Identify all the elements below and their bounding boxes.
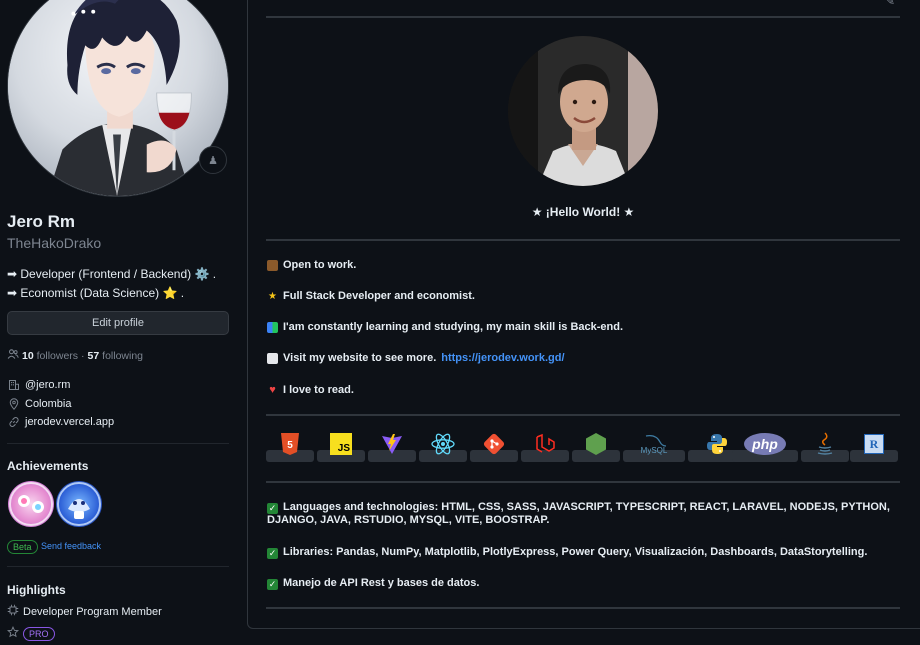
follow-separator: · (81, 349, 85, 362)
followers-label: followers (36, 349, 79, 362)
page-icon (267, 352, 278, 364)
readme-line-open-to-work: Open to work. (267, 259, 356, 271)
pull-shark-badge[interactable] (56, 481, 102, 527)
readme-para-text: Manejo de API Rest y bases de datos. (283, 577, 480, 589)
readme-divider (266, 607, 900, 609)
location-text: Colombia (25, 397, 72, 410)
star-emoji-icon: ★ (268, 290, 277, 302)
profile-login: TheHakoDrako (7, 235, 102, 251)
readme-api-paragraph: ✓ Manejo de API Rest y bases de datos. (267, 577, 897, 590)
readme-divider (266, 481, 900, 483)
followers-link[interactable]: 10 followers (22, 350, 78, 362)
company-text: @jero.rm (25, 378, 71, 391)
pull-shark-badge-art (57, 482, 101, 526)
following-link[interactable]: 57 following (88, 350, 143, 362)
company-item: @jero.rm (7, 378, 70, 391)
photo-illustration (508, 36, 658, 186)
website-link[interactable]: jerodev.vercel.app (25, 416, 114, 428)
git-icon (470, 430, 518, 462)
location-pin-icon (7, 397, 20, 410)
readme-divider (266, 16, 900, 18)
yolo-badge[interactable] (8, 481, 54, 527)
sidebar-divider (7, 443, 229, 444)
r-label: R (864, 434, 884, 454)
set-status-button[interactable]: ♟ (199, 146, 227, 174)
people-icon (7, 348, 19, 363)
books-icon (267, 321, 278, 333)
website-item: jerodev.vercel.app (7, 415, 114, 428)
readme-line-website: Visit my website to see more. https://je… (267, 352, 565, 364)
check-icon: ✓ (267, 503, 278, 514)
readme-languages-paragraph: ✓ Languages and technologies: HTML, CSS, … (267, 501, 897, 527)
send-feedback-link[interactable]: Send feedback (41, 541, 101, 551)
following-count: 57 (87, 349, 100, 362)
readme-divider (266, 239, 900, 241)
sidebar-divider (7, 566, 229, 567)
website-readme-link[interactable]: https://jerodev.work.gd/ (441, 352, 564, 364)
mysql-icon: MySQL (623, 430, 685, 462)
readme-line-text: I love to read. (283, 384, 354, 396)
readme-line-text: I'am constantly learning and studying, m… (283, 321, 624, 333)
check-icon: ✓ (267, 548, 278, 559)
edit-profile-button[interactable]: Edit profile (7, 311, 229, 335)
readme-line-read: ♥ I love to read. (267, 384, 354, 396)
yolo-badge-art (9, 482, 53, 526)
followers-count: 10 (22, 349, 34, 362)
readme-line-text: Full Stack Developer and economist. (283, 290, 475, 302)
java-icon (801, 430, 849, 462)
highlight-developer-program: Developer Program Member (7, 604, 162, 619)
readme-line-fullstack: ★ Full Stack Developer and economist. (267, 290, 475, 302)
achievements-title: Achievements (7, 459, 89, 473)
readme-divider (266, 414, 900, 416)
javascript-icon: JS (317, 430, 365, 462)
briefcase-icon (267, 259, 278, 271)
edit-readme-icon[interactable]: ✎ (885, 0, 895, 8)
r-icon: R (850, 430, 898, 462)
html5-label: 5 (287, 440, 293, 451)
profile-sidebar: ♟ Jero Rm TheHakoDrako ➡ Developer (Fron… (0, 0, 240, 645)
readme-para-text: Libraries: Pandas, NumPy, Matplotlib, Pl… (283, 546, 868, 558)
following-label: following (102, 349, 144, 362)
heart-icon: ♥ (269, 384, 276, 396)
javascript-label: JS (330, 433, 352, 455)
avatar-illustration (8, 0, 228, 196)
follow-stats: 10 followers · 57 following (7, 348, 143, 363)
vite-icon (368, 430, 416, 462)
readme-line-text: Open to work. (283, 259, 357, 271)
mysql-label: MySQL (641, 446, 668, 455)
highlights-title: Highlights (7, 583, 66, 597)
html5-icon: 5 (266, 430, 314, 462)
readme-para-text: Languages and technologies: HTML, CSS, S… (267, 501, 890, 526)
cpu-icon (7, 604, 19, 619)
tech-icons-row: 5 JS MySQL php R (266, 430, 900, 462)
bio-line: ➡ Developer (Frontend / Backend) ⚙️ . (7, 267, 217, 281)
building-icon (7, 378, 20, 391)
react-icon (419, 430, 467, 462)
profile-name: Jero Rm (7, 212, 76, 231)
profile-avatar[interactable] (7, 0, 229, 197)
nodejs-icon (572, 430, 620, 462)
php-label: php (751, 436, 778, 452)
link-icon (7, 415, 20, 428)
pro-badge: PRO (23, 626, 55, 641)
php-icon: php (732, 430, 798, 462)
readme-line-learning: I'am constantly learning and studying, m… (267, 321, 623, 333)
highlight-text: Developer Program Member (23, 605, 162, 618)
readme-hello-heading: ★ ¡Hello World! ★ (531, 205, 635, 219)
status-icon: ♟ (208, 154, 218, 167)
star-icon (7, 626, 19, 641)
location-item: Colombia (7, 397, 71, 410)
readme-line-text: Visit my website to see more. (283, 352, 437, 364)
readme-libraries-paragraph: ✓ Libraries: Pandas, NumPy, Matplotlib, P… (267, 546, 897, 559)
laravel-icon (521, 430, 569, 462)
check-icon: ✓ (267, 579, 278, 590)
readme-profile-photo (508, 36, 658, 186)
beta-label: Beta (7, 540, 38, 554)
profile-bio: ➡ Developer (Frontend / Backend) ⚙️ . ➡ … (7, 265, 216, 303)
highlight-pro: PRO (7, 626, 55, 641)
bio-line: ➡ Economist (Data Science) ⭐ . (7, 286, 185, 300)
